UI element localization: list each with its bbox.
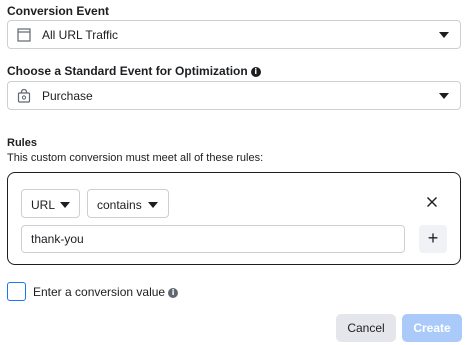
conversion-value-label-text: Enter a conversion value <box>33 285 166 299</box>
standard-event-label: Choose a Standard Event for Optimization… <box>7 64 261 78</box>
standard-event-label-text: Choose a Standard Event for Optimization <box>7 64 248 78</box>
conversion-event-label: Conversion Event <box>7 4 110 18</box>
close-icon[interactable] <box>425 195 439 209</box>
webpage-icon <box>17 28 31 42</box>
standard-event-value: Purchase <box>42 89 93 103</box>
shopping-bag-icon <box>17 89 31 103</box>
conversion-event-select[interactable]: All URL Traffic <box>7 20 461 49</box>
rules-box: URL contains thank-you + <box>7 172 461 265</box>
chevron-down-icon <box>439 93 449 99</box>
rule-value-input[interactable]: thank-you <box>21 225 405 253</box>
rules-title: Rules <box>7 137 37 149</box>
rules-subtitle: This custom conversion must meet all of … <box>7 152 264 164</box>
chevron-down-icon <box>439 32 449 38</box>
create-button[interactable]: Create <box>402 314 462 342</box>
conversion-event-value: All URL Traffic <box>42 28 119 42</box>
conversion-value-checkbox[interactable] <box>7 282 26 301</box>
conversion-value-label: Enter a conversion value i <box>33 285 179 299</box>
cancel-button[interactable]: Cancel <box>336 314 396 342</box>
rule-operator-value: contains <box>97 198 142 212</box>
info-icon[interactable]: i <box>250 67 261 77</box>
rule-field-value: URL <box>31 198 56 212</box>
chevron-down-icon <box>60 202 70 208</box>
add-rule-button[interactable]: + <box>419 225 447 253</box>
rule-operator-select[interactable]: contains <box>87 189 169 218</box>
info-icon[interactable]: i <box>168 288 179 298</box>
rule-field-select[interactable]: URL <box>21 189 80 218</box>
standard-event-select[interactable]: Purchase <box>7 81 461 110</box>
plus-icon: + <box>427 228 439 248</box>
chevron-down-icon <box>148 202 158 208</box>
